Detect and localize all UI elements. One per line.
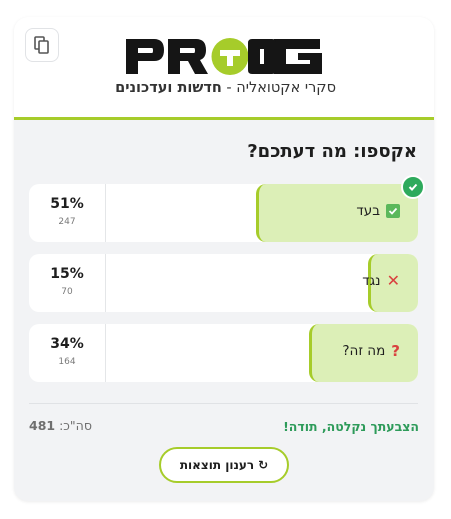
option-text: נגד bbox=[362, 273, 381, 289]
prog-logo bbox=[126, 38, 322, 75]
tagline-bold: חדשות ועדכונים bbox=[115, 80, 222, 96]
poll-card: סקרי אקטואליה - חדשות ועדכונים אקספו: מה… bbox=[14, 17, 434, 501]
x-mark-icon: ✕ bbox=[386, 271, 400, 290]
option-text: בעד bbox=[356, 203, 380, 219]
divider bbox=[29, 403, 418, 404]
option-label: ✕ נגד bbox=[362, 271, 400, 290]
poll-option-what[interactable]: 34% 164 ? מה זה? bbox=[29, 324, 418, 382]
refresh-label: רענון תוצאות bbox=[179, 458, 255, 472]
result-numbers: 34% 164 bbox=[29, 324, 106, 382]
result-numbers: 51% 247 bbox=[29, 184, 106, 242]
vote-count: 164 bbox=[58, 357, 76, 367]
option-label: ? מה זה? bbox=[342, 343, 400, 359]
poll-option-against[interactable]: 15% 70 ✕ נגד bbox=[29, 254, 418, 312]
check-box-icon bbox=[386, 204, 400, 218]
tagline: סקרי אקטואליה - חדשות ועדכונים bbox=[115, 80, 336, 96]
copy-icon bbox=[34, 36, 49, 54]
tagline-main: סקרי אקטואליה - bbox=[221, 80, 336, 96]
refresh-results-button[interactable]: ↻ רענון תוצאות bbox=[159, 447, 289, 483]
total-value: 481 bbox=[29, 418, 56, 433]
percent-value: 51% bbox=[50, 196, 84, 212]
result-numbers: 15% 70 bbox=[29, 254, 106, 312]
option-text: מה זה? bbox=[342, 343, 386, 359]
percent-value: 15% bbox=[50, 266, 84, 282]
option-label: בעד bbox=[356, 203, 400, 219]
total-votes: סה"כ: 481 bbox=[29, 418, 92, 433]
poll-header: סקרי אקטואליה - חדשות ועדכונים bbox=[14, 17, 434, 120]
vote-confirmation: הצבעתך נקלטה, תודה! bbox=[283, 419, 419, 434]
poll-question: אקספו: מה דעתכם? bbox=[247, 141, 417, 162]
copy-button[interactable] bbox=[25, 28, 59, 62]
vote-count: 70 bbox=[61, 287, 73, 297]
percent-value: 34% bbox=[50, 336, 84, 352]
refresh-icon: ↻ bbox=[258, 458, 269, 472]
selected-check-icon bbox=[401, 175, 425, 199]
total-label: סה"כ: bbox=[59, 418, 92, 433]
vote-count: 247 bbox=[58, 217, 76, 227]
question-mark-icon: ? bbox=[391, 341, 400, 360]
poll-option-for[interactable]: 51% 247 בעד bbox=[29, 175, 425, 242]
